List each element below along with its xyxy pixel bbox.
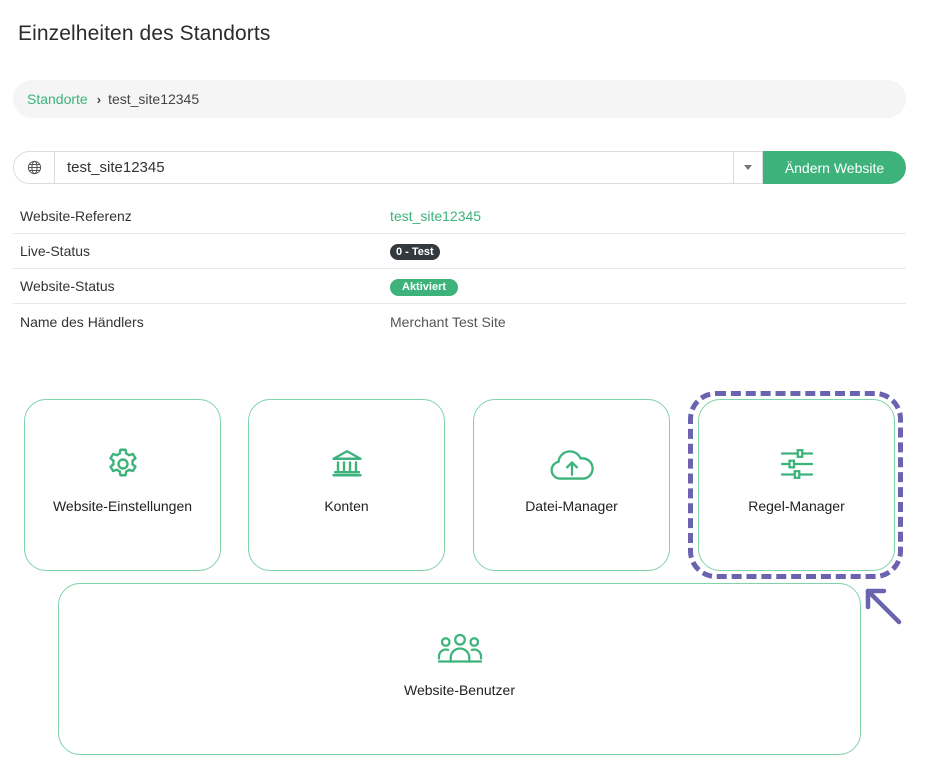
website-reference-link[interactable]: test_site12345 <box>390 208 481 224</box>
detail-label: Name des Händlers <box>20 313 144 330</box>
detail-row-merchant-name: Name des Händlers Merchant Test Site <box>13 304 906 339</box>
tile-label: Regel-Manager <box>748 498 845 514</box>
detail-label: Website-Status <box>20 278 115 294</box>
site-selector[interactable] <box>13 151 763 184</box>
sliders-icon <box>780 449 813 479</box>
tile-label: Konten <box>324 498 369 514</box>
tile-label: Website-Einstellungen <box>52 498 193 514</box>
tile-website-settings[interactable]: Website-Einstellungen <box>24 399 221 571</box>
gear-icon <box>108 448 137 477</box>
page-title: Einzelheiten des Standorts <box>18 22 271 46</box>
detail-label: Live-Status <box>20 243 91 259</box>
tile-website-users[interactable]: Website-Benutzer <box>58 583 861 755</box>
merchant-name-value: Merchant Test Site <box>390 313 506 330</box>
tile-label: Datei-Manager <box>525 498 618 514</box>
dropdown-toggle[interactable] <box>733 152 762 183</box>
detail-row-live-status: Live-Status 0 - Test <box>13 234 906 269</box>
tile-label: Website-Benutzer <box>403 682 515 698</box>
breadcrumb-current: test_site12345 <box>108 91 200 107</box>
site-select-input[interactable] <box>55 152 733 183</box>
detail-row-website-status: Website-Status Aktiviert <box>13 269 906 304</box>
detail-label: Website-Referenz <box>20 208 132 224</box>
tile-file-manager[interactable]: Datei-Manager <box>473 399 670 571</box>
site-details-table: Website-Referenz test_site12345 Live-Sta… <box>13 199 906 339</box>
detail-row-website-reference: Website-Referenz test_site12345 <box>13 199 906 234</box>
change-website-button[interactable]: Ändern Website <box>763 151 906 184</box>
users-icon <box>437 633 482 663</box>
pointer-arrow-icon <box>865 588 902 625</box>
cloud-upload-icon <box>550 450 594 480</box>
caret-down-icon <box>744 165 752 170</box>
breadcrumb-link-standorte[interactable]: Standorte <box>27 91 88 107</box>
bank-icon <box>331 450 362 477</box>
tile-rule-manager[interactable]: Regel-Manager <box>698 399 895 571</box>
tile-accounts[interactable]: Konten <box>248 399 445 571</box>
chevron-right-icon: › <box>96 91 102 107</box>
website-status-badge: Aktiviert <box>390 278 459 296</box>
globe-icon <box>14 152 55 183</box>
live-status-badge: 0 - Test <box>390 244 440 260</box>
breadcrumb: Standorte › test_site12345 <box>13 80 906 118</box>
